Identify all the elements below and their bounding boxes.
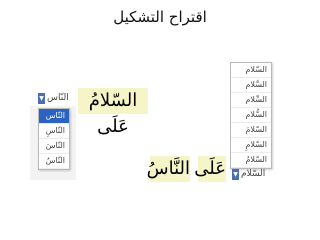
options-list-left[interactable]: النّاس النّاسِ النّاسَ النّاسُ xyxy=(38,108,70,170)
option-item[interactable]: النّاسِ xyxy=(39,124,69,139)
option-item[interactable]: السّلامَ xyxy=(231,123,271,138)
option-item[interactable]: السِّلام xyxy=(231,93,271,108)
option-item[interactable]: السُّلام xyxy=(231,108,271,123)
dropdown-value: السّلام xyxy=(241,169,266,179)
word-dropdown-right[interactable]: ▼ السّلام xyxy=(232,166,265,182)
word-main-left[interactable]: السّلامُ عَلَى xyxy=(78,88,148,137)
option-item[interactable]: النّاس xyxy=(39,109,69,124)
chevron-down-icon[interactable]: ▼ xyxy=(38,92,45,104)
page-title: اقتراح التشكيل xyxy=(113,8,207,26)
word-right-1[interactable]: عَلَى xyxy=(194,156,226,182)
word-dropdown-left[interactable]: ▼ النّاس xyxy=(38,90,69,106)
option-item[interactable]: السّلامِ xyxy=(231,138,271,153)
chevron-down-icon[interactable]: ▼ xyxy=(232,168,239,180)
option-item[interactable]: السّلام xyxy=(231,63,271,78)
dropdown-value: النّاس xyxy=(47,93,69,103)
option-item[interactable]: السَّلام xyxy=(231,78,271,93)
options-list-right[interactable]: السّلام السَّلام السِّلام السُّلام السّل… xyxy=(230,62,272,169)
option-item[interactable]: النّاسَ xyxy=(39,139,69,154)
option-item[interactable]: النّاسُ xyxy=(39,154,69,169)
word-right-2[interactable]: النَّاسُ xyxy=(147,156,190,182)
